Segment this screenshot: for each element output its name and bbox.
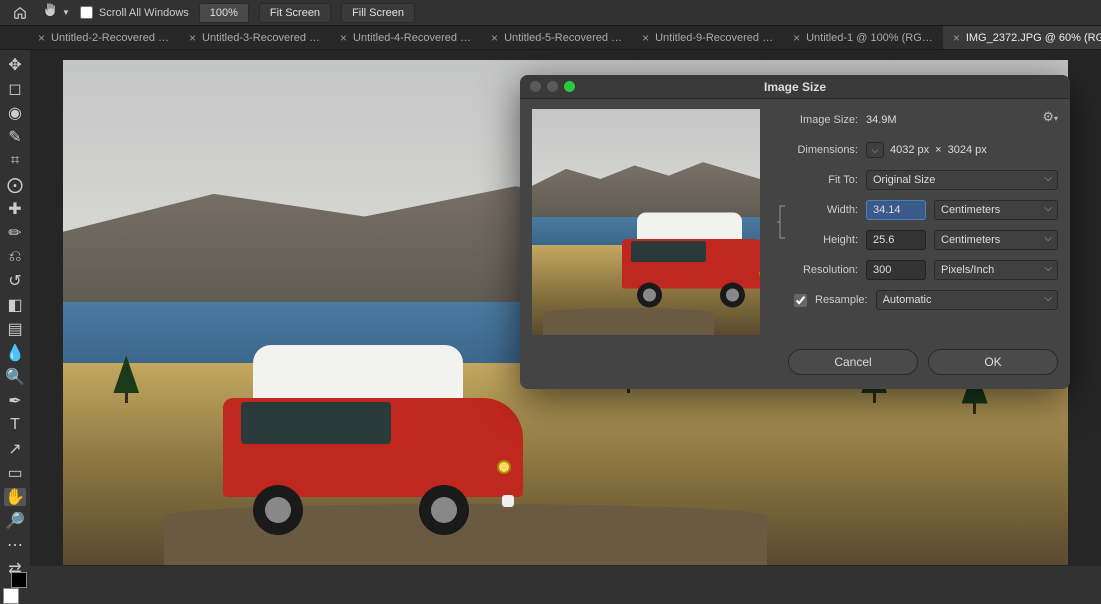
hand-tool-icon[interactable]: ✋ xyxy=(4,488,26,506)
tool-dropdown-icon[interactable]: ▼ xyxy=(62,8,70,17)
width-unit-select[interactable]: Centimeters xyxy=(934,200,1058,220)
document-tabs: ×Untitled-2-Recovered … ×Untitled-3-Reco… xyxy=(0,26,1101,50)
resample-label: Resample: xyxy=(815,294,868,306)
dodge-tool-icon[interactable]: 🔍 xyxy=(4,368,26,386)
scroll-all-label: Scroll All Windows xyxy=(99,7,189,19)
tab-untitled-3[interactable]: ×Untitled-3-Recovered … xyxy=(179,26,330,49)
close-icon[interactable]: × xyxy=(491,31,498,45)
tab-untitled-9[interactable]: ×Untitled-9-Recovered … xyxy=(632,26,783,49)
foreground-swatch[interactable] xyxy=(3,588,19,604)
eraser-tool-icon[interactable]: ◧ xyxy=(4,296,26,314)
resolution-input[interactable] xyxy=(866,260,926,280)
dimensions-sep: × xyxy=(935,144,941,156)
close-icon[interactable]: × xyxy=(642,31,649,45)
cancel-button[interactable]: Cancel xyxy=(788,349,918,375)
width-input[interactable] xyxy=(866,200,926,220)
scroll-all-windows-checkbox[interactable]: Scroll All Windows xyxy=(80,6,189,19)
tab-untitled-4[interactable]: ×Untitled-4-Recovered … xyxy=(330,26,481,49)
gradient-tool-icon[interactable]: ▤ xyxy=(4,320,26,338)
home-icon[interactable] xyxy=(8,3,32,23)
brush-tool-icon[interactable]: ✏ xyxy=(4,224,26,242)
options-bar: ▼ Scroll All Windows 100% Fit Screen Fil… xyxy=(0,0,1101,26)
height-label: Height: xyxy=(786,234,858,246)
fit-screen-button[interactable]: Fit Screen xyxy=(259,3,331,23)
dialog-titlebar[interactable]: Image Size xyxy=(520,75,1070,99)
zoom-100-button[interactable]: 100% xyxy=(199,3,249,23)
tab-untitled-5[interactable]: ×Untitled-5-Recovered … xyxy=(481,26,632,49)
tab-untitled-2[interactable]: ×Untitled-2-Recovered … xyxy=(28,26,179,49)
resample-select[interactable]: Automatic xyxy=(876,290,1058,310)
gear-icon[interactable]: ⚙︎▾ xyxy=(1042,109,1058,125)
lasso-tool-icon[interactable]: ◉ xyxy=(4,104,26,122)
image-size-label: Image Size: xyxy=(772,114,858,126)
background-swatch[interactable] xyxy=(11,572,27,588)
shape-tool-icon[interactable]: ▭ xyxy=(4,464,26,482)
image-size-dialog: Image Size ⚙︎▾ xyxy=(520,75,1070,389)
close-icon[interactable]: × xyxy=(953,31,960,45)
close-icon[interactable]: × xyxy=(340,31,347,45)
van-subject xyxy=(223,345,523,535)
more-tools-icon[interactable]: ⋯ xyxy=(4,536,26,554)
history-brush-tool-icon[interactable]: ↺ xyxy=(4,272,26,290)
image-size-value: 34.9M xyxy=(866,114,897,126)
zoom-tool-icon[interactable]: 🔎 xyxy=(4,512,26,530)
marquee-tool-icon[interactable]: ◻ xyxy=(4,80,26,98)
fit-to-label: Fit To: xyxy=(772,174,858,186)
dimensions-label: Dimensions: xyxy=(772,144,858,156)
tool-palette: ✥ ◻ ◉ ✎ ⌗ ⨀ ✚ ✏ ⎌ ↺ ◧ ▤ 💧 🔍 ✒ T ↗ ▭ ✋ 🔎 … xyxy=(0,50,30,566)
resample-checkbox[interactable] xyxy=(794,294,807,307)
move-tool-icon[interactable]: ✥ xyxy=(4,56,26,74)
dimensions-unit-dropdown[interactable]: ⌵ xyxy=(866,142,884,158)
height-input[interactable] xyxy=(866,230,926,250)
pen-tool-icon[interactable]: ✒ xyxy=(4,392,26,410)
close-icon[interactable]: × xyxy=(189,31,196,45)
fit-to-select[interactable]: Original Size xyxy=(866,170,1058,190)
quick-select-tool-icon[interactable]: ✎ xyxy=(4,128,26,146)
healing-tool-icon[interactable]: ✚ xyxy=(4,200,26,218)
dimensions-height: 3024 px xyxy=(948,144,987,156)
width-label: Width: xyxy=(786,204,858,216)
path-tool-icon[interactable]: ↗ xyxy=(4,440,26,458)
close-icon[interactable]: × xyxy=(793,31,800,45)
close-icon[interactable]: × xyxy=(38,31,45,45)
ok-button[interactable]: OK xyxy=(928,349,1058,375)
height-unit-select[interactable]: Centimeters xyxy=(934,230,1058,250)
tab-untitled-1[interactable]: ×Untitled-1 @ 100% (RG… xyxy=(783,26,943,49)
resolution-label: Resolution: xyxy=(772,264,858,276)
eyedropper-tool-icon[interactable]: ⨀ xyxy=(4,176,26,194)
fill-screen-button[interactable]: Fill Screen xyxy=(341,3,415,23)
type-tool-icon[interactable]: T xyxy=(4,416,26,434)
tab-img-2372[interactable]: ×IMG_2372.JPG @ 60% (RGB/8#) xyxy=(943,26,1101,49)
blur-tool-icon[interactable]: 💧 xyxy=(4,344,26,362)
resolution-unit-select[interactable]: Pixels/Inch xyxy=(934,260,1058,280)
dimensions-width: 4032 px xyxy=(890,144,929,156)
stamp-tool-icon[interactable]: ⎌ xyxy=(4,248,26,266)
crop-tool-icon[interactable]: ⌗ xyxy=(4,152,26,170)
hand-tool-icon[interactable] xyxy=(42,2,58,23)
dialog-title: Image Size xyxy=(520,80,1070,94)
constrain-link-icon[interactable] xyxy=(774,199,790,245)
image-preview[interactable] xyxy=(532,109,760,335)
